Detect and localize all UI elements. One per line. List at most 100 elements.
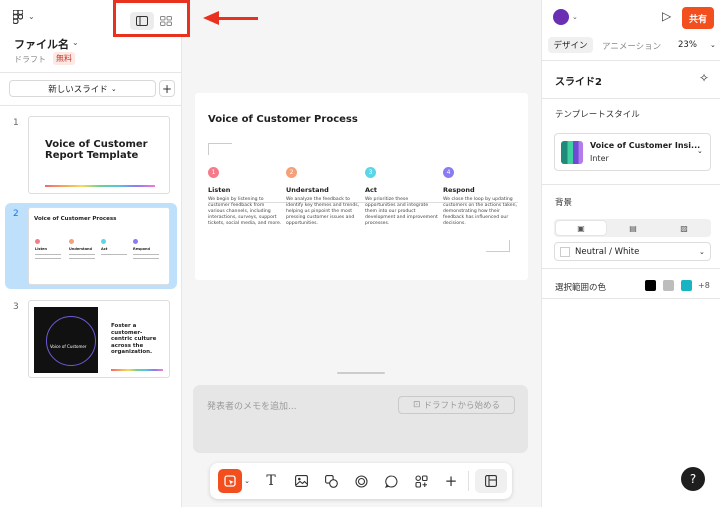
step-heading: Respond [443, 186, 475, 194]
chevron-down-icon[interactable]: ⌄ [72, 38, 79, 47]
new-slide-button[interactable]: 新しいスライド ⌄ [9, 80, 156, 97]
slide-preview: Voice of Customer Process Listen Underst… [28, 207, 170, 285]
rainbow-bar [111, 369, 163, 371]
step-label: Listen [35, 247, 48, 251]
template-style-label: テンプレートスタイル [555, 110, 640, 120]
widgets-icon[interactable] [409, 469, 433, 493]
step-text: We close the loop by updating customers … [443, 197, 517, 226]
tab-animation[interactable]: アニメーション [602, 40, 661, 52]
avatar[interactable] [553, 9, 569, 25]
step-text: We prioritize these opportunities and in… [365, 197, 438, 226]
step-text: We analyze the feedback to identify key … [286, 197, 360, 226]
slide-thumbnail-2[interactable]: 2 Voice of Customer Process Listen Under… [5, 203, 177, 289]
background-value: Neutral / White [575, 247, 640, 257]
selection-color-swatch[interactable] [663, 280, 674, 291]
step-heading: Listen [208, 186, 231, 194]
properties-panel: ⌄ ▷ 共有 デザイン アニメーション 23% ⌄ スライド2 ✧ テンプレート… [541, 0, 720, 507]
step-label: Act [101, 247, 108, 251]
text-line [35, 254, 61, 255]
image-icon[interactable] [289, 469, 313, 493]
toolbar-divider [468, 471, 469, 491]
app: ⌄ ファイル名 ⌄ ドラフト 無料 新しいスライド ⌄ + 1 Voice of… [0, 0, 720, 507]
template-font: Inter [590, 154, 609, 163]
process-step: 2 Understand We analyze the feedback to … [286, 167, 360, 227]
template-name: Voice of Customer Insi... [590, 141, 701, 150]
sparkle-icon[interactable]: ✧ [699, 71, 709, 85]
grid-view-icon[interactable] [154, 12, 178, 30]
notes-resize-handle[interactable] [337, 372, 385, 374]
dark-panel: Voice of Customer [34, 307, 98, 373]
divider [542, 298, 720, 299]
zoom-level[interactable]: 23% [678, 40, 697, 50]
chevron-down-icon[interactable]: ⌄ [710, 41, 716, 49]
divider [542, 268, 720, 269]
chevron-down-icon[interactable]: ⌄ [572, 13, 578, 21]
text-line [69, 254, 95, 255]
slide-preview: Voice of Customer Foster a customer-cent… [28, 300, 170, 378]
start-from-draft-button[interactable]: ⊡ ドラフトから始める [398, 396, 515, 414]
bottom-toolbar: ⌄ T + [210, 463, 512, 499]
text-line [35, 258, 61, 259]
layout-icon[interactable] [475, 469, 507, 493]
figma-logo-icon[interactable] [12, 9, 24, 28]
chevron-down-icon[interactable]: ⌄ [241, 469, 253, 493]
annotation-arrow-line [218, 17, 258, 20]
text-line [133, 258, 159, 259]
new-slide-label: 新しいスライド [48, 84, 108, 95]
image-fill-icon[interactable]: ▨ [659, 221, 709, 235]
slide-canvas[interactable]: Voice of Customer Process 1 Listen We be… [195, 93, 528, 280]
file-name[interactable]: ファイル名 [14, 36, 69, 52]
slide-thumbnail-1[interactable]: 1 Voice of Customer Report Template [5, 112, 177, 198]
slide-number: 3 [13, 302, 19, 312]
slides-sidebar: ⌄ ファイル名 ⌄ ドラフト 無料 新しいスライド ⌄ + 1 Voice of… [0, 0, 182, 507]
add-slide-button[interactable]: + [159, 80, 175, 97]
plan-badge: 無料 [53, 52, 75, 65]
select-frame-icon[interactable] [218, 469, 242, 493]
chevron-down-icon: ⌄ [110, 84, 117, 93]
annotation-arrow-icon [203, 11, 219, 25]
play-icon[interactable]: ▷ [662, 9, 671, 23]
template-style-selector[interactable]: Voice of Customer Insi... Inter ⌄ [554, 133, 711, 171]
share-button[interactable]: 共有 [682, 7, 714, 29]
background-select[interactable]: Neutral / White ⌄ [554, 242, 711, 261]
plus-icon[interactable]: + [439, 469, 463, 493]
selection-colors-label: 選択範囲の色 [555, 283, 607, 293]
chevron-down-icon[interactable]: ⌄ [28, 12, 35, 21]
corner-decoration [208, 143, 232, 155]
speaker-notes[interactable]: 発表者のメモを追加... ⊡ ドラフトから始める [193, 385, 528, 453]
divider [542, 184, 720, 185]
background-label: 背景 [555, 198, 573, 208]
text-icon[interactable]: T [259, 469, 283, 493]
divider [542, 60, 720, 61]
text-line [69, 258, 95, 259]
process-step: 1 Listen We begin by listening to custom… [208, 167, 282, 227]
divider [542, 98, 720, 99]
selection-color-swatch[interactable] [645, 280, 656, 291]
gradient-fill-icon[interactable]: ▤ [608, 221, 658, 235]
step-number: 4 [443, 167, 454, 178]
tab-design[interactable]: デザイン [548, 37, 593, 53]
single-view-icon[interactable] [130, 12, 154, 30]
draft-button-label: ドラフトから始める [423, 401, 501, 411]
solid-fill-icon[interactable]: ▣ [556, 221, 606, 235]
draft-label: ドラフト [14, 55, 46, 64]
stamp-icon[interactable] [349, 469, 373, 493]
step-dot [101, 239, 106, 244]
dark-panel-label: Voice of Customer [50, 344, 87, 349]
process-step: 3 Act We prioritize these opportunities … [365, 167, 439, 227]
comment-icon[interactable] [379, 469, 403, 493]
help-button[interactable]: ? [681, 467, 705, 491]
step-dot [69, 239, 74, 244]
more-colors[interactable]: +8 [698, 281, 710, 290]
step-label: Respond [133, 247, 151, 251]
selection-color-swatch[interactable] [681, 280, 692, 291]
process-step: 4 Respond We close the loop by updating … [443, 167, 517, 227]
chevron-down-icon: ⌄ [699, 248, 705, 256]
step-number: 2 [286, 167, 297, 178]
slide-thumbnail-3[interactable]: 3 Voice of Customer Foster a customer-ce… [5, 296, 177, 382]
step-number: 3 [365, 167, 376, 178]
divider [0, 105, 182, 106]
slide-title: Voice of Customer Process [34, 216, 117, 222]
view-toggle [113, 0, 190, 37]
shape-icon[interactable] [319, 469, 343, 493]
